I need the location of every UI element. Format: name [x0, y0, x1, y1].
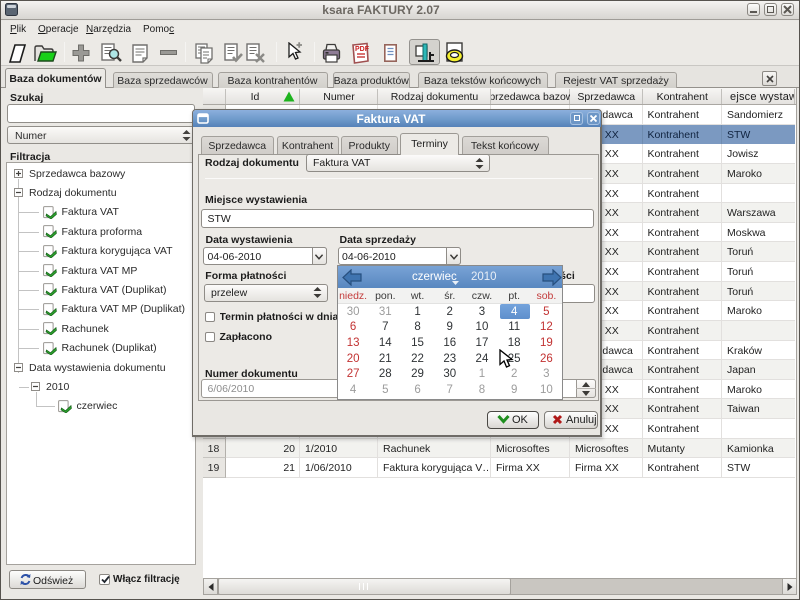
svg-text:PDF: PDF	[355, 46, 370, 53]
